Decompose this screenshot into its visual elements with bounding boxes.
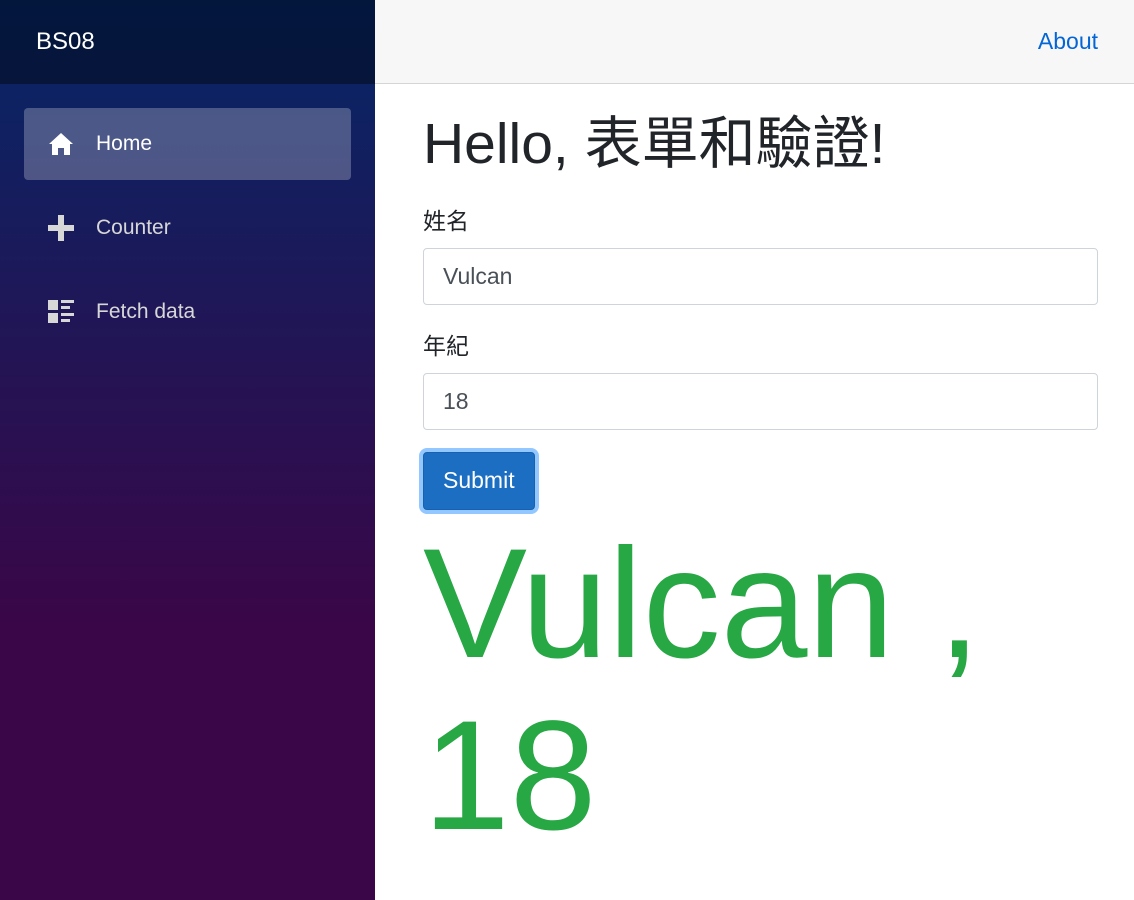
about-link[interactable]: About: [1038, 28, 1098, 55]
result-text: Vulcan , 18: [423, 516, 981, 863]
sidebar: BS08 Home Counter Fetch data: [0, 0, 375, 900]
main-area: About Hello, 表單和驗證! 姓名 年紀 Submit Vulcan …: [375, 0, 1134, 900]
age-label: 年紀: [423, 332, 469, 359]
name-input[interactable]: [423, 247, 1098, 305]
content: Hello, 表單和驗證! 姓名 年紀 Submit Vulcan , 18: [375, 84, 1134, 862]
list-rich-icon: [48, 299, 74, 325]
top-row: About: [375, 0, 1134, 84]
name-label: 姓名: [423, 207, 469, 234]
sidebar-item-counter[interactable]: Counter: [24, 192, 351, 264]
nav-menu: Home Counter Fetch data: [0, 84, 375, 348]
brand-link[interactable]: BS08: [36, 28, 95, 56]
submit-button[interactable]: Submit: [423, 451, 535, 510]
sidebar-item-label: Fetch data: [96, 300, 196, 323]
sidebar-item-label: Counter: [96, 216, 171, 239]
plus-icon: [48, 215, 74, 241]
page-title: Hello, 表單和驗證!: [423, 112, 886, 176]
app-root: BS08 Home Counter Fetch data About Hello…: [0, 0, 1134, 900]
sidebar-item-label: Home: [96, 132, 153, 155]
home-icon: [48, 131, 74, 157]
age-input[interactable]: [423, 372, 1098, 430]
sidebar-item-fetch-data[interactable]: Fetch data: [24, 276, 351, 348]
brand-bar: BS08: [0, 0, 375, 84]
sidebar-item-home[interactable]: Home: [24, 108, 351, 180]
